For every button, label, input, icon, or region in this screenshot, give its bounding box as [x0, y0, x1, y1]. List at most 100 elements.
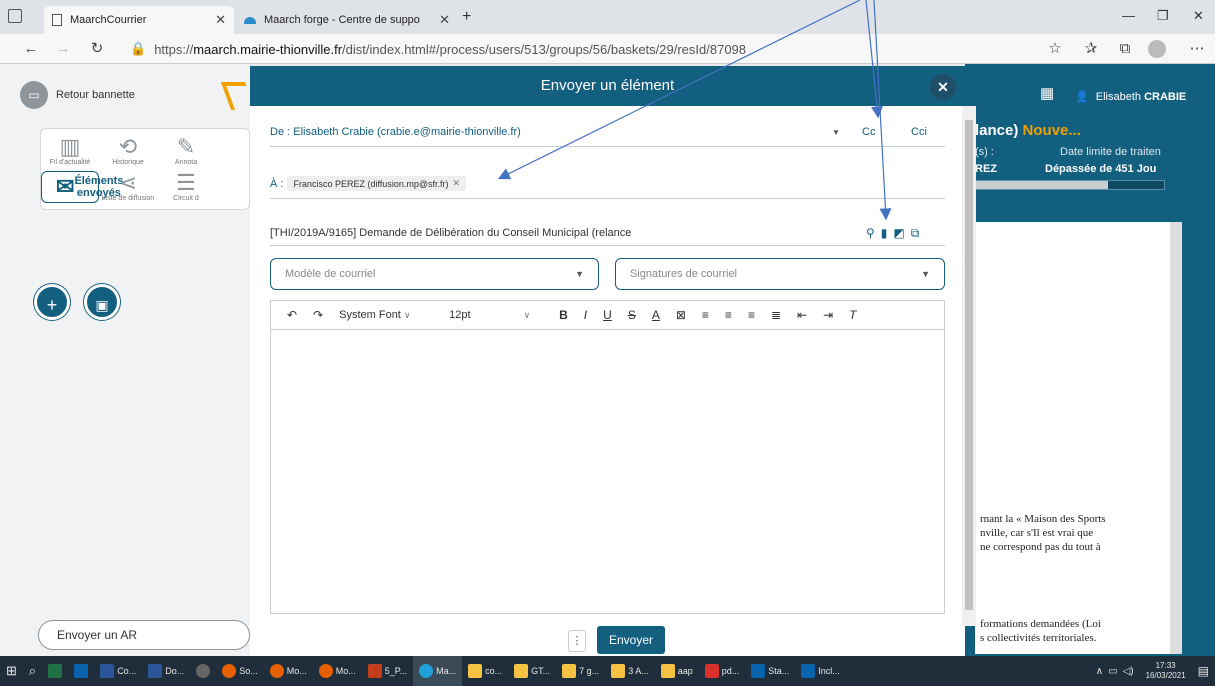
cc-button[interactable]: Cc — [862, 126, 875, 138]
redo-icon[interactable]: ↷ — [305, 308, 331, 322]
notifications-icon[interactable]: ▤ — [1192, 656, 1215, 686]
reload-icon[interactable]: ↻ — [86, 38, 108, 60]
taskbar-item[interactable]: Co... — [94, 656, 142, 686]
text-color-icon[interactable]: A — [644, 308, 668, 322]
url-prefix: https:// — [154, 41, 194, 57]
document-menu: ▥ Fil d'actualité ⟲ Historique ✎ Annota ✉ Él… — [40, 128, 250, 210]
start-button[interactable]: ⊞ — [0, 656, 23, 686]
align-left-icon[interactable]: ≡ — [694, 308, 717, 322]
maximize-icon[interactable]: ❐ — [1157, 8, 1169, 24]
favorite-icon[interactable]: ☆ — [1044, 38, 1066, 60]
user-menu[interactable]: 👤 Elisabeth CRABIE — [1075, 90, 1186, 103]
close-tab-icon[interactable]: ✕ — [439, 12, 450, 28]
email-template-select[interactable]: Modèle de courriel ▼ — [270, 258, 599, 290]
forward-icon[interactable]: → — [52, 38, 74, 60]
new-tab-button[interactable]: + — [462, 8, 471, 26]
close-tab-icon[interactable]: ✕ — [215, 12, 226, 28]
email-signature-select[interactable]: Signatures de courriel ▼ — [615, 258, 945, 290]
taskbar-item[interactable]: Incl... — [795, 656, 846, 686]
underline-icon[interactable]: U — [595, 308, 620, 322]
document-icon[interactable]: ▮ — [881, 226, 888, 241]
taskbar-item[interactable]: 7 g... — [556, 656, 605, 686]
clock[interactable]: 17:33 16/03/2021 — [1140, 656, 1192, 686]
browser-sidebar-icon[interactable] — [8, 9, 22, 23]
taskbar-item[interactable]: Sta... — [745, 656, 795, 686]
indent-icon[interactable]: ⇥ — [815, 308, 841, 322]
italic-icon[interactable]: I — [576, 308, 595, 322]
apps-grid-icon[interactable]: ▦ — [1040, 84, 1054, 102]
from-field[interactable]: De : Elisabeth Crabie (crabie.e@mairie-t… — [270, 126, 521, 138]
tab-forge[interactable]: Maarch forge - Centre de suppo ✕ — [236, 6, 458, 34]
close-dialog-button[interactable]: ✕ — [930, 74, 956, 100]
viewer-scrollbar[interactable] — [1170, 222, 1182, 654]
menu-annotations[interactable]: ✎ Annota — [157, 135, 215, 167]
collections-icon[interactable]: ⧉ — [1114, 38, 1136, 60]
image-icon[interactable]: ⊠ — [668, 308, 694, 322]
scan-button[interactable]: ▣ — [84, 284, 120, 320]
menu-distribution-list[interactable]: ⋖ Liste de diffusion — [99, 171, 157, 203]
search-icon[interactable]: ⌕ — [23, 656, 42, 686]
recipient-chip[interactable]: Francisco PEREZ (diffusion.mp@sfr.fr) ✕ — [287, 176, 467, 191]
menu-workflow[interactable]: ☰ Circuit d — [157, 171, 215, 203]
back-to-basket-button[interactable]: ▭ Retour bannette — [20, 80, 135, 110]
taskbar-item[interactable]: Mo... — [313, 656, 362, 686]
justify-icon[interactable]: ≣ — [763, 308, 789, 322]
align-center-icon[interactable]: ≡ — [717, 308, 740, 322]
align-right-icon[interactable]: ≡ — [740, 308, 763, 322]
dialog-scrollbar[interactable] — [962, 106, 976, 626]
more-actions-button[interactable]: ⋮ — [568, 630, 586, 652]
taskbar-item[interactable]: Mo... — [264, 656, 313, 686]
add-button[interactable]: + — [34, 284, 70, 320]
taskbar-item[interactable]: 5_P... — [362, 656, 413, 686]
outdent-icon[interactable]: ⇤ — [789, 308, 815, 322]
taskbar-item[interactable]: co... — [462, 656, 508, 686]
send-ar-button[interactable]: Envoyer un AR — [38, 620, 250, 650]
attachment-icon[interactable]: ⚲ — [866, 226, 875, 241]
system-tray[interactable]: ∧ ▭ ◁) — [1090, 656, 1140, 686]
bold-icon[interactable]: B — [551, 308, 576, 322]
chevron-down-icon: ▼ — [921, 269, 930, 279]
undo-icon[interactable]: ↶ — [279, 308, 305, 322]
profile-icon[interactable] — [1148, 40, 1166, 58]
menu-news-feed[interactable]: ▥ Fil d'actualité — [41, 135, 99, 167]
minimize-icon[interactable]: — — [1122, 8, 1135, 23]
browser-tab-bar: MaarchCourrier ✕ Maarch forge - Centre d… — [0, 0, 1215, 34]
taskbar-item-edge[interactable]: Ma... — [413, 656, 463, 686]
send-button[interactable]: Envoyer — [597, 626, 665, 654]
font-size-select[interactable]: 12pt ∨ — [441, 309, 551, 321]
outlook-icon[interactable] — [68, 656, 94, 686]
more-menu-icon[interactable]: ⋯ — [1186, 38, 1208, 60]
network-icon: ▭ — [1108, 665, 1118, 677]
remove-recipient-icon[interactable]: ✕ — [452, 178, 460, 189]
close-window-icon[interactable]: ✕ — [1193, 8, 1204, 24]
taskbar-item[interactable]: GT... — [508, 656, 556, 686]
tab-maarch[interactable]: MaarchCourrier ✕ — [44, 6, 234, 34]
font-family-select[interactable]: System Font ∨ — [331, 309, 441, 321]
menu-history[interactable]: ⟲ Historique — [99, 135, 157, 167]
email-body-editor[interactable] — [270, 330, 945, 614]
strikethrough-icon[interactable]: S — [620, 308, 644, 322]
subject-field[interactable]: [THI/2019A/9165] Demande de Délibération… — [270, 227, 631, 239]
taskbar-item[interactable] — [190, 656, 216, 686]
to-field[interactable]: À : Francisco PEREZ (diffusion.mp@sfr.fr… — [270, 176, 467, 191]
taskbar-item[interactable]: 3 A... — [605, 656, 655, 686]
favorites-list-icon[interactable]: ✰ — [1080, 38, 1102, 60]
chevron-down-icon[interactable]: ▼ — [832, 128, 840, 137]
url-field[interactable]: 🔒 https:// maarch.mairie-thionville.fr /… — [130, 38, 746, 60]
back-icon[interactable]: ← — [20, 38, 42, 60]
dialog-title: Envoyer un élément — [250, 66, 965, 106]
cci-button[interactable]: Cci — [911, 126, 927, 138]
excel-icon[interactable] — [42, 656, 68, 686]
copy-icon[interactable]: ⧉ — [911, 226, 920, 241]
chevron-up-icon: ∧ — [1095, 665, 1104, 677]
menu-sent-items[interactable]: ✉ Éléments envoyés — [41, 171, 123, 203]
taskbar-item[interactable]: aap — [655, 656, 699, 686]
taskbar-item[interactable]: Do... — [142, 656, 190, 686]
list-icon: ☰ — [176, 170, 196, 195]
inbox-icon: ▭ — [20, 81, 48, 109]
taskbar-item[interactable]: pd... — [699, 656, 746, 686]
clear-format-icon[interactable]: T — [841, 308, 864, 322]
recipient-value: REZ — [975, 163, 997, 175]
taskbar-item[interactable]: So... — [216, 656, 264, 686]
note-icon[interactable]: ◩ — [893, 226, 904, 241]
